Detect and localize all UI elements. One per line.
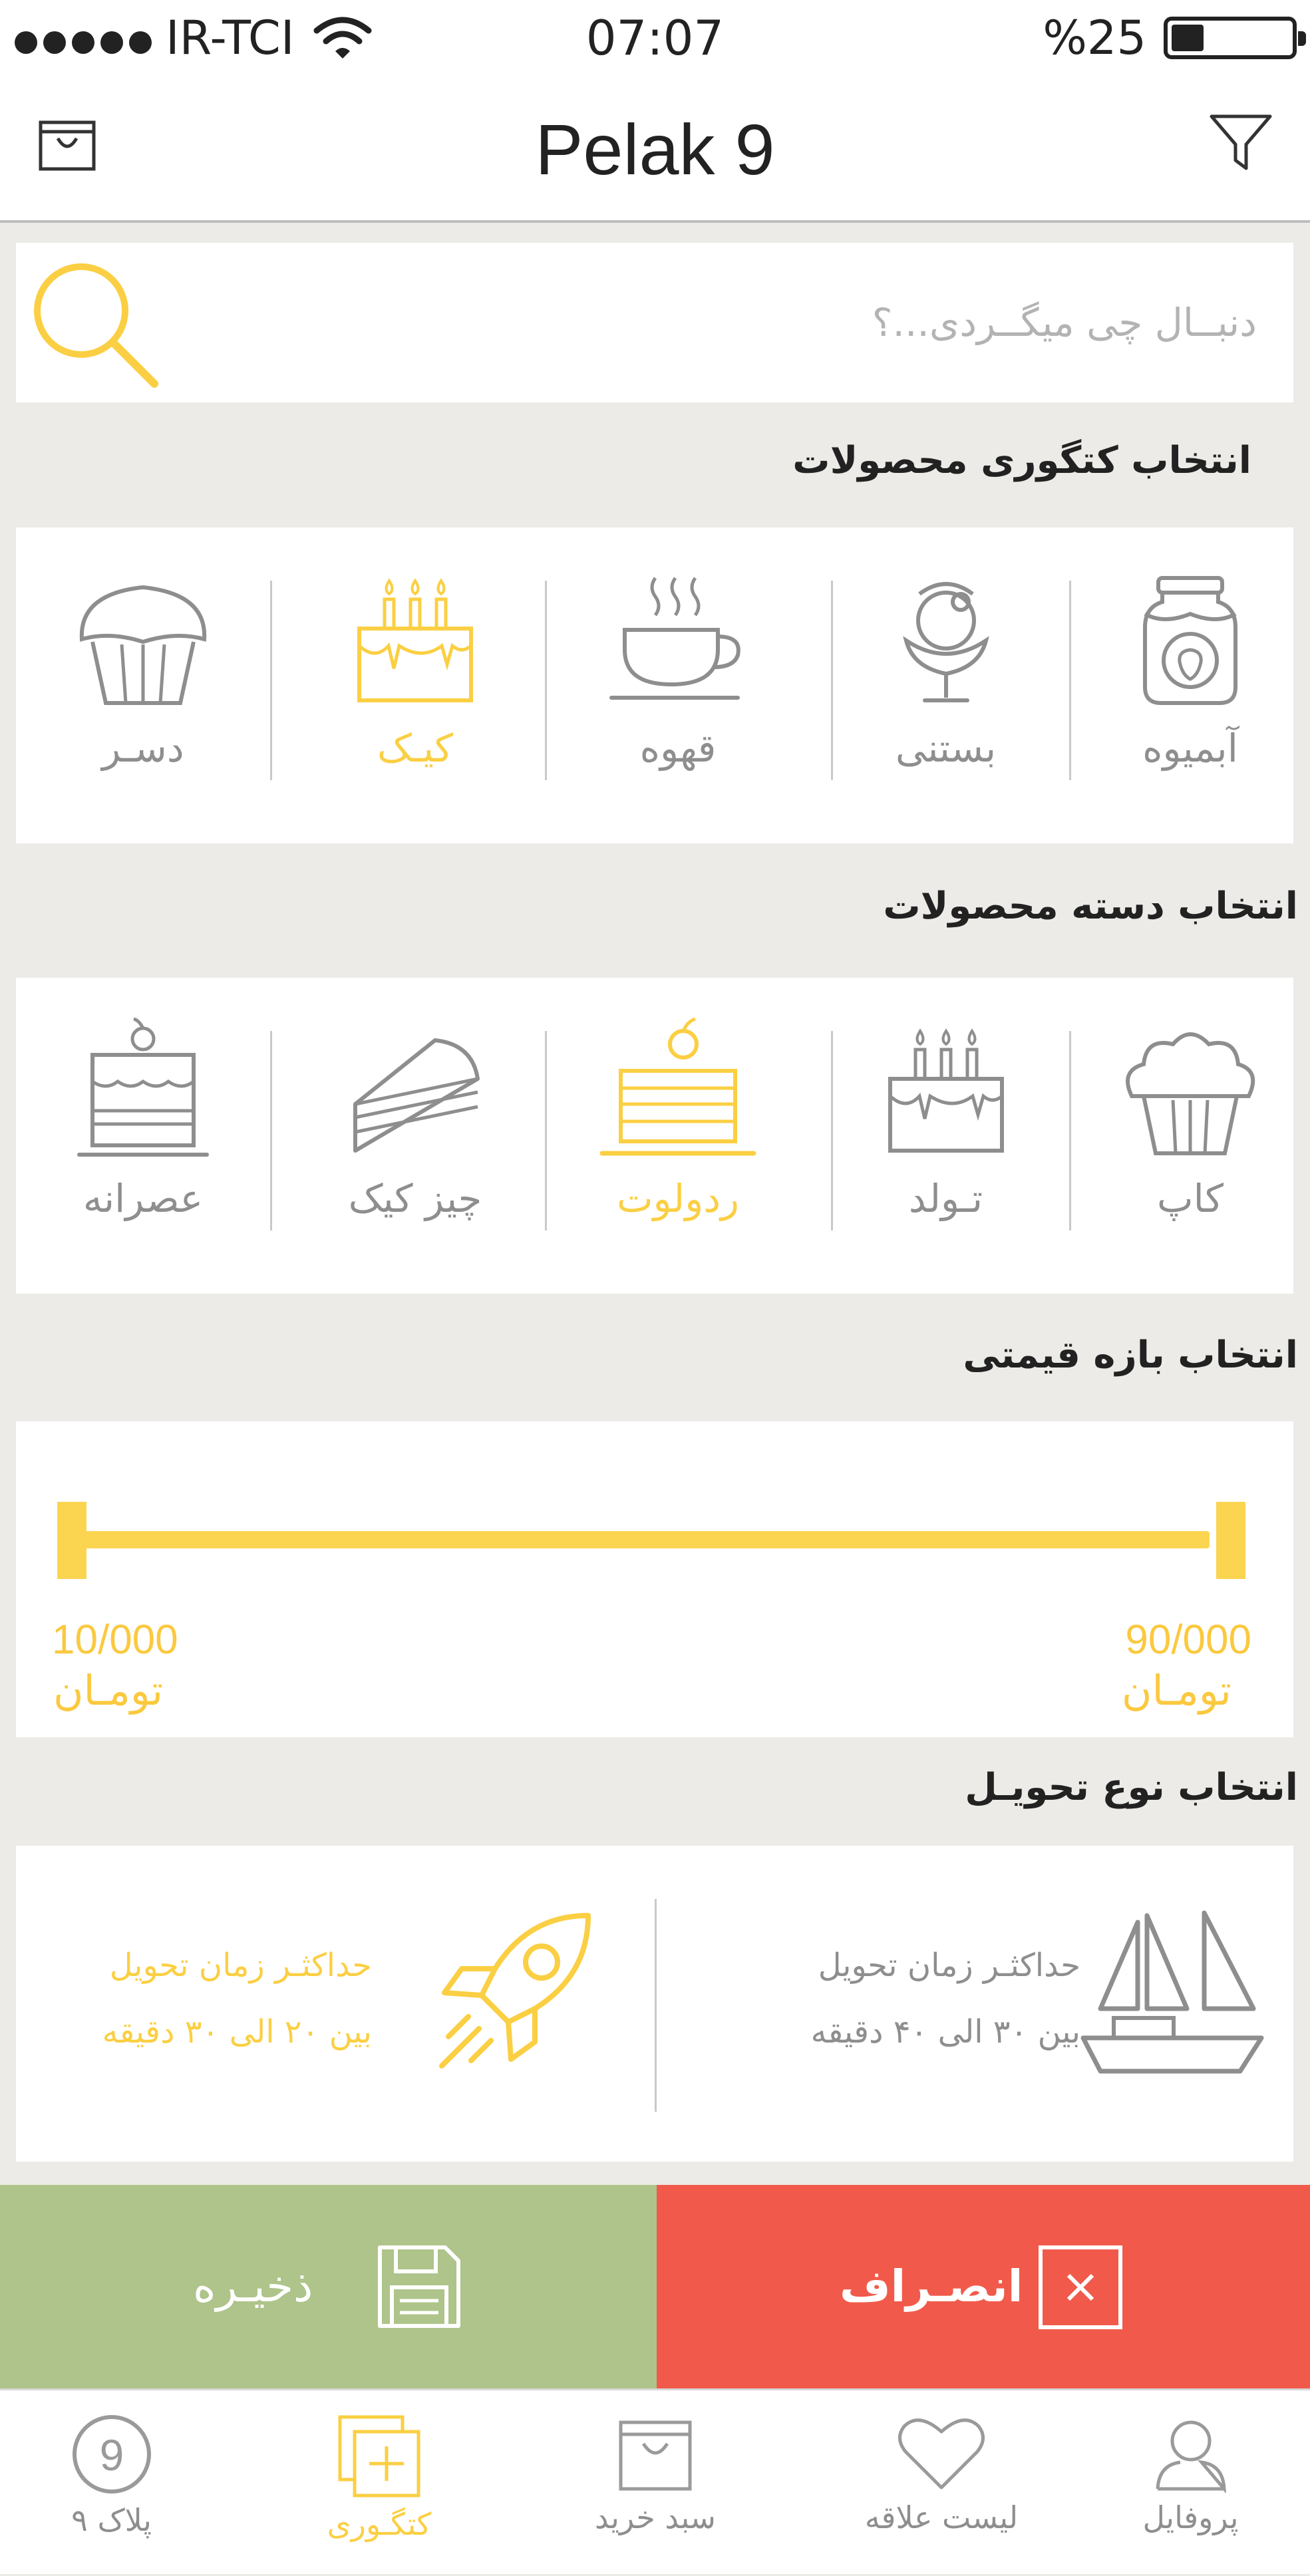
category-item-coffee[interactable]: قهوه — [545, 527, 811, 843]
cheesecake-slice-icon — [353, 1038, 480, 1153]
price-min-value: 10/000 — [52, 1617, 178, 1663]
category-label: دسـر — [102, 726, 184, 771]
birthday-cake-icon — [888, 1028, 1004, 1153]
save-label: ذخیـره — [193, 2261, 313, 2312]
subcategory-item-birthday[interactable]: تـولد — [824, 978, 1067, 1294]
delivery-panel: حداکثـر زمان تحویل بین ۳۰ الی ۴۰ دقیقه ح… — [16, 1846, 1293, 2162]
price-range-panel — [16, 1421, 1293, 1737]
delivery-option-rocket[interactable]: حداکثـر زمان تحویل بین ۲۰ الی ۳۰ دقیقه — [16, 1846, 645, 2162]
rocket-icon — [439, 1913, 591, 2069]
category-item-ice-cream[interactable]: بستنی — [824, 527, 1067, 843]
birthday-cake-icon — [357, 578, 473, 702]
cancel-button[interactable]: انصـراف — [657, 2185, 1310, 2388]
shopping-bag-icon — [619, 2420, 692, 2491]
tab-bar: پروفایل لیست علاقه سبد خرید کتگـوری 9 پل… — [0, 2388, 1310, 2574]
profile-icon — [1156, 2420, 1226, 2493]
cancel-label: انصـراف — [840, 2261, 1023, 2312]
heart-icon — [898, 2418, 985, 2490]
ice-cream-icon — [902, 582, 989, 702]
price-max-value: 90/000 — [1125, 1617, 1251, 1663]
nav-bar: Pelak 9 — [0, 76, 1310, 223]
divider — [831, 581, 833, 780]
battery-percent: %25 — [1043, 11, 1146, 65]
subcategory-label: ردولوت — [616, 1176, 740, 1221]
tab-cart[interactable]: سبد خرید — [526, 2390, 785, 2576]
close-icon — [1039, 2245, 1122, 2329]
category-label: کیـک — [377, 726, 454, 771]
delivery-ship-line2: بین ۳۰ الی ۴۰ دقیقه — [810, 2013, 1080, 2051]
tab-pelak9[interactable]: 9 پلاک ۹ — [0, 2390, 223, 2576]
tab-profile[interactable]: پروفایل — [1071, 2390, 1310, 2576]
category-icon — [338, 2415, 420, 2498]
status-bar: IR-TCI 07:07 %25 — [0, 0, 1310, 76]
battery-icon — [1164, 17, 1306, 59]
divider — [270, 1031, 272, 1230]
layer-cake-icon — [77, 1018, 209, 1157]
tab-label: پروفایل — [1142, 2500, 1239, 2535]
category-item-dessert[interactable]: دسـر — [16, 527, 270, 843]
price-max-unit: تومـان — [1121, 1666, 1231, 1715]
search-bar[interactable]: دنبــال چی میگــردی...؟ — [16, 243, 1293, 402]
divider — [545, 1031, 547, 1230]
subcategory-grid: کاپ تـولد ردولوت چیز کیک عصرانه — [16, 978, 1293, 1294]
delivery-rocket-line2: بین ۲۰ الی ۳۰ دقیقه — [102, 2013, 372, 2051]
category-item-cake[interactable]: کیـک — [285, 527, 545, 843]
cupcake-icon — [1126, 1032, 1255, 1155]
category-section-title: انتخاب کتگوری محصولات — [792, 439, 1251, 482]
delivery-option-ship[interactable]: حداکثـر زمان تحویل بین ۳۰ الی ۴۰ دقیقه — [665, 1846, 1293, 2162]
tab-label: لیست علاقه — [864, 2500, 1019, 2535]
price-slider-track[interactable] — [79, 1531, 1210, 1548]
pelak9-badge: 9 — [99, 2430, 124, 2480]
muffin-icon — [79, 585, 207, 705]
roll-cake-icon — [599, 1018, 756, 1156]
tab-label: پلاک ۹ — [71, 2502, 152, 2538]
save-button[interactable]: ذخیـره — [0, 2185, 657, 2388]
pelak9-icon: 9 — [72, 2415, 151, 2494]
divider — [270, 581, 272, 780]
search-input[interactable]: دنبــال چی میگــردی...؟ — [872, 243, 1257, 402]
subcategory-label: کاپ — [1157, 1176, 1224, 1221]
subcategory-item-roll-cake[interactable]: ردولوت — [545, 978, 811, 1294]
floppy-disk-icon — [378, 2245, 460, 2328]
delivery-rocket-line1: حداکثـر زمان تحویل — [109, 1947, 372, 1984]
coffee-cup-icon — [609, 577, 740, 700]
subcategory-section-title: انتخاب دسته محصولات — [883, 885, 1298, 928]
tab-category[interactable]: کتگـوری — [249, 2390, 509, 2576]
category-item-juice[interactable]: آبمیوه — [1087, 527, 1293, 843]
divider — [1069, 1031, 1071, 1230]
subcategory-item-afternoon-tea[interactable]: عصرانه — [16, 978, 270, 1294]
category-label: بستنی — [895, 726, 997, 771]
divider — [1069, 581, 1071, 780]
jam-jar-icon — [1143, 576, 1237, 705]
page-title: Pelak 9 — [535, 109, 775, 190]
price-slider-max-handle[interactable] — [1216, 1502, 1245, 1579]
subcategory-label: چیز کیک — [348, 1176, 482, 1221]
category-grid: آبمیوه بستنی قهوه کیـک دسـر — [16, 527, 1293, 843]
tab-label: سبد خرید — [595, 2500, 716, 2535]
divider — [655, 1899, 657, 2112]
search-icon[interactable] — [28, 257, 161, 390]
ship-icon — [1080, 1910, 1264, 2074]
price-section-title: انتخاب بازه قیمتی — [963, 1334, 1298, 1377]
subcategory-label: تـولد — [908, 1176, 983, 1221]
filter-icon[interactable] — [1208, 110, 1274, 176]
category-label: آبمیوه — [1142, 726, 1238, 771]
battery: %25 — [1043, 8, 1306, 68]
price-min-unit: تومـان — [53, 1666, 164, 1715]
delivery-section-title: انتخاب نوع تحویـل — [965, 1766, 1298, 1809]
divider — [545, 581, 547, 780]
tab-wishlist[interactable]: لیست علاقه — [812, 2390, 1071, 2576]
subcategory-label: عصرانه — [82, 1176, 204, 1221]
subcategory-item-cupcake[interactable]: کاپ — [1087, 978, 1293, 1294]
subcategory-item-cheesecake[interactable]: چیز کیک — [285, 978, 545, 1294]
tab-label: کتگـوری — [327, 2506, 432, 2542]
category-label: قهوه — [639, 726, 717, 771]
delivery-ship-line1: حداکثـر زمان تحویل — [818, 1947, 1080, 1984]
price-slider-min-handle[interactable] — [57, 1502, 86, 1579]
divider — [831, 1031, 833, 1230]
